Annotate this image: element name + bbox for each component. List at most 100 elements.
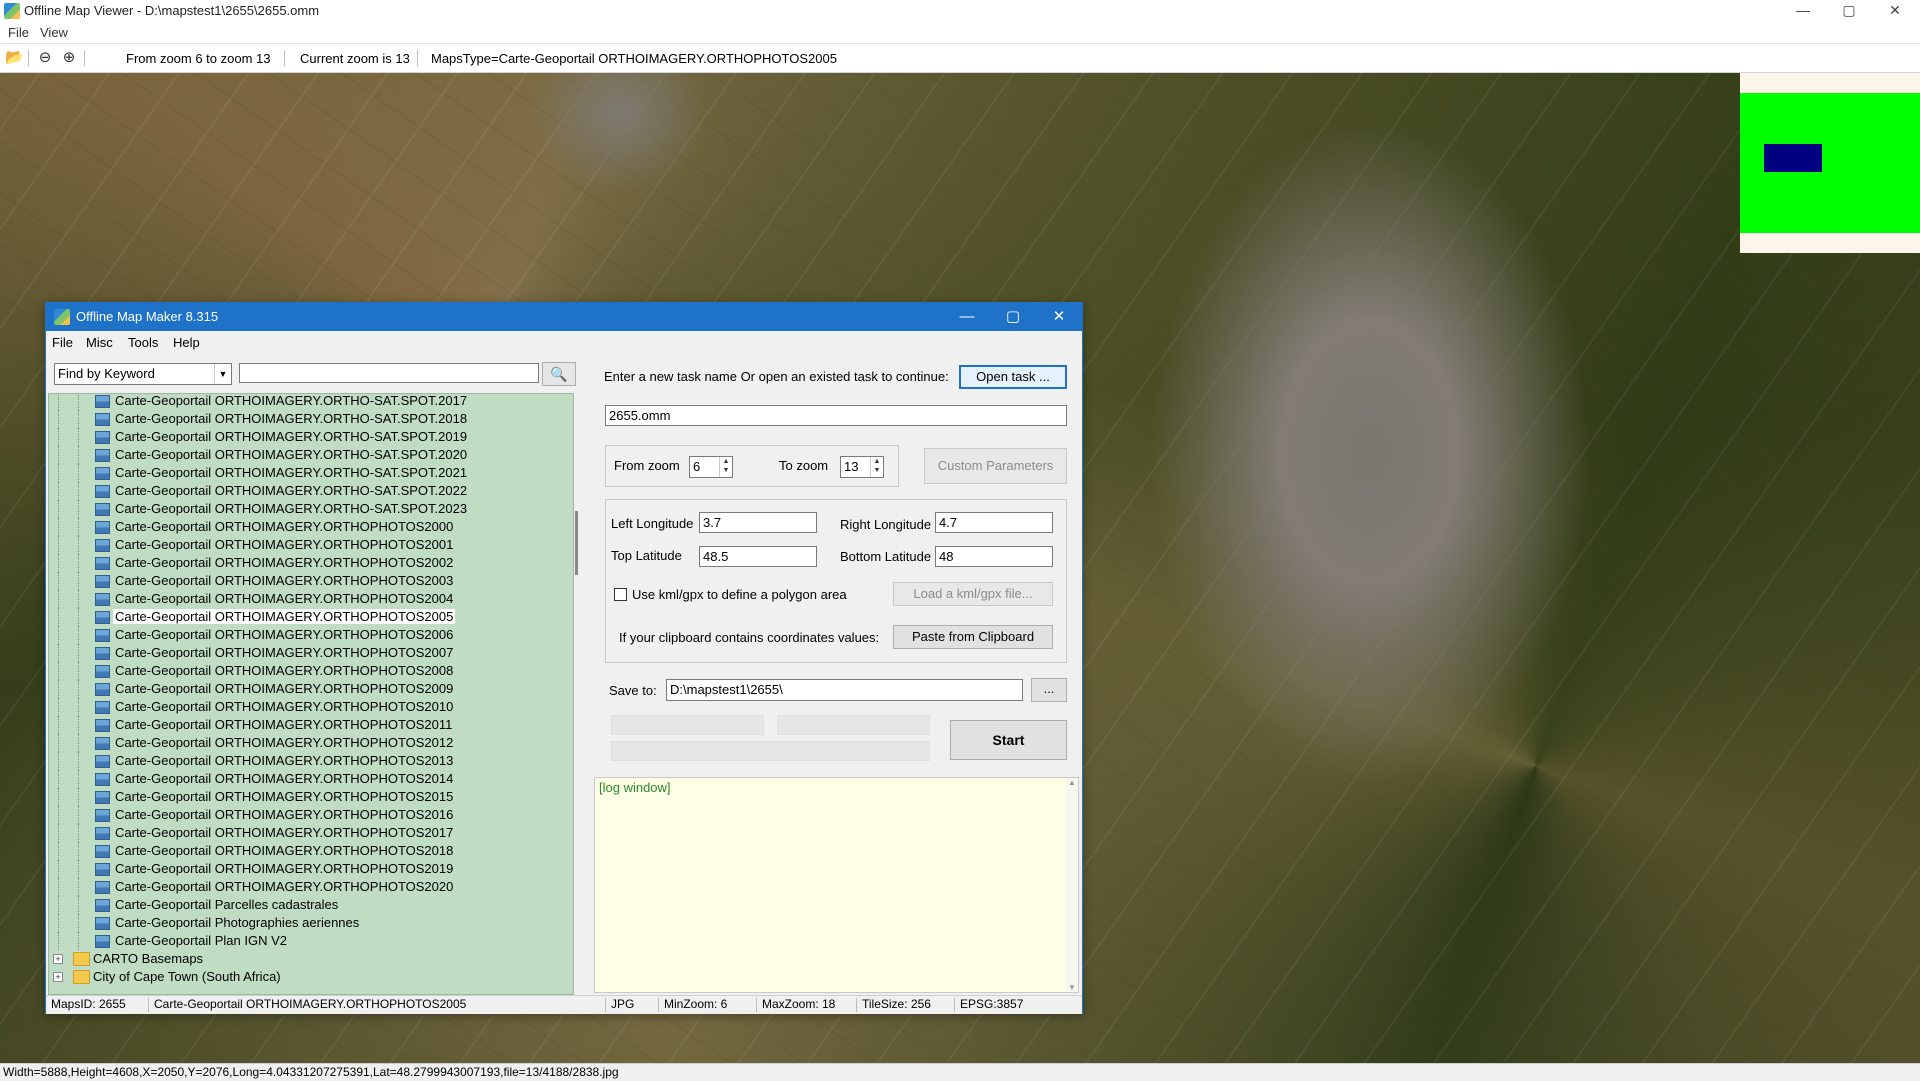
tree-item[interactable]: Carte-Geoportail Photographies aeriennes: [49, 914, 573, 932]
tree-item[interactable]: Carte-Geoportail ORTHOIMAGERY.ORTHOPHOTO…: [49, 626, 573, 644]
dialog-menu-help[interactable]: Help: [173, 335, 200, 350]
to-zoom-field[interactable]: 13 ▲ ▼: [840, 456, 884, 478]
tree-item[interactable]: Carte-Geoportail ORTHOIMAGERY.ORTHOPHOTO…: [49, 662, 573, 680]
zoom-in-icon[interactable]: ⊕: [60, 49, 78, 67]
tree-folder[interactable]: + City of Cape Town (South Africa): [49, 968, 573, 986]
bottom-latitude-field[interactable]: 48: [935, 546, 1053, 567]
tree-item-label: Carte-Geoportail ORTHOIMAGERY.ORTHOPHOTO…: [115, 717, 453, 732]
tree-item[interactable]: Carte-Geoportail ORTHOIMAGERY.ORTHOPHOTO…: [49, 860, 573, 878]
tree-item[interactable]: Carte-Geoportail ORTHOIMAGERY.ORTHOPHOTO…: [49, 590, 573, 608]
expand-icon[interactable]: +: [53, 972, 63, 982]
dialog-close-button[interactable]: ✕: [1036, 303, 1082, 331]
tree-item[interactable]: Carte-Geoportail ORTHOIMAGERY.ORTHOPHOTO…: [49, 518, 573, 536]
tree-item[interactable]: Carte-Geoportail ORTHOIMAGERY.ORTHO-SAT.…: [49, 428, 573, 446]
tree-folder[interactable]: + CARTO Basemaps: [49, 950, 573, 968]
map-layer-icon: [95, 737, 110, 750]
tree-item[interactable]: Carte-Geoportail ORTHOIMAGERY.ORTHOPHOTO…: [49, 770, 573, 788]
tree-line: [78, 500, 80, 518]
browse-button[interactable]: ...: [1031, 678, 1067, 702]
menu-view[interactable]: View: [40, 25, 68, 40]
tree-item[interactable]: Carte-Geoportail ORTHOIMAGERY.ORTHOPHOTO…: [49, 572, 573, 590]
search-input[interactable]: [239, 363, 539, 383]
tree-item-label: Carte-Geoportail ORTHOIMAGERY.ORTHOPHOTO…: [115, 861, 454, 876]
save-path-field[interactable]: D:\mapstest1\2655\: [666, 679, 1023, 701]
map-layer-icon: [95, 557, 110, 570]
spin-up-icon[interactable]: ▲: [871, 457, 883, 466]
scroll-up-icon[interactable]: ▲: [1066, 778, 1078, 787]
map-source-tree[interactable]: Carte-Geoportail ORTHOIMAGERY.ORTHO-SAT.…: [48, 393, 574, 995]
status-separator: [954, 998, 955, 1012]
custom-parameters-button[interactable]: Custom Parameters: [924, 448, 1067, 484]
open-task-button[interactable]: Open task ...: [959, 365, 1067, 389]
dialog-menu-tools[interactable]: Tools: [128, 335, 158, 350]
maps-type-text: MapsType=Carte-Geoportail ORTHOIMAGERY.O…: [431, 51, 837, 66]
tree-item[interactable]: Carte-Geoportail ORTHOIMAGERY.ORTHOPHOTO…: [49, 608, 573, 626]
left-longitude-field[interactable]: 3.7: [699, 512, 817, 533]
tree-line: [78, 896, 80, 914]
tree-item[interactable]: Carte-Geoportail ORTHOIMAGERY.ORTHO-SAT.…: [49, 410, 573, 428]
tree-item[interactable]: Carte-Geoportail ORTHOIMAGERY.ORTHO-SAT.…: [49, 446, 573, 464]
from-zoom-field[interactable]: 6 ▲ ▼: [689, 456, 733, 478]
tree-item[interactable]: Carte-Geoportail ORTHOIMAGERY.ORTHOPHOTO…: [49, 842, 573, 860]
tree-item-label: Carte-Geoportail ORTHOIMAGERY.ORTHOPHOTO…: [115, 825, 454, 840]
chevron-down-icon[interactable]: ▼: [214, 364, 231, 384]
open-folder-icon[interactable]: 📂: [5, 49, 24, 67]
search-button[interactable]: 🔍: [542, 362, 576, 386]
tree-item[interactable]: Carte-Geoportail ORTHOIMAGERY.ORTHO-SAT.…: [49, 464, 573, 482]
spin-down-icon[interactable]: ▼: [871, 466, 883, 475]
dialog-menu-file[interactable]: File: [52, 335, 73, 350]
right-longitude-field[interactable]: 4.7: [935, 512, 1053, 533]
tree-item[interactable]: Carte-Geoportail ORTHOIMAGERY.ORTHOPHOTO…: [49, 716, 573, 734]
map-maker-dialog: Offline Map Maker 8.315 — ▢ ✕ File Misc …: [45, 302, 1083, 1014]
tree-item[interactable]: Carte-Geoportail ORTHOIMAGERY.ORTHOPHOTO…: [49, 644, 573, 662]
tree-item[interactable]: Carte-Geoportail ORTHOIMAGERY.ORTHO-SAT.…: [49, 394, 573, 410]
close-button[interactable]: ✕: [1872, 0, 1918, 22]
spin-up-icon[interactable]: ▲: [720, 457, 732, 466]
start-button[interactable]: Start: [950, 720, 1067, 760]
tree-item[interactable]: Carte-Geoportail ORTHOIMAGERY.ORTHOPHOTO…: [49, 698, 573, 716]
dialog-maximize-button[interactable]: ▢: [990, 303, 1036, 331]
map-layer-icon: [95, 575, 110, 588]
tree-scrollbar-thumb[interactable]: [575, 511, 578, 575]
dialog-statusbar: MapsID: 2655 Carte-Geoportail ORTHOIMAGE…: [46, 995, 1082, 1014]
tree-item[interactable]: Carte-Geoportail Plan IGN V2: [49, 932, 573, 950]
tree-item[interactable]: Carte-Geoportail Parcelles cadastrales: [49, 896, 573, 914]
tree-scrollbar[interactable]: [574, 393, 582, 993]
to-zoom-stepper[interactable]: ▲ ▼: [870, 457, 883, 477]
tree-item[interactable]: Carte-Geoportail ORTHOIMAGERY.ORTHOPHOTO…: [49, 680, 573, 698]
minimap-viewport[interactable]: [1764, 144, 1822, 172]
tree-item[interactable]: Carte-Geoportail ORTHOIMAGERY.ORTHOPHOTO…: [49, 824, 573, 842]
progress-bar-1: [611, 715, 764, 735]
menu-file[interactable]: File: [8, 25, 29, 40]
minimap[interactable]: [1740, 73, 1920, 253]
log-window[interactable]: [log window] ▲ ▼: [594, 777, 1079, 993]
tree-item[interactable]: Carte-Geoportail ORTHOIMAGERY.ORTHOPHOTO…: [49, 788, 573, 806]
tree-item[interactable]: Carte-Geoportail ORTHOIMAGERY.ORTHOPHOTO…: [49, 806, 573, 824]
minimize-button[interactable]: —: [1780, 0, 1826, 22]
expand-icon[interactable]: +: [53, 954, 63, 964]
log-scrollbar[interactable]: ▲ ▼: [1066, 778, 1078, 992]
tree-item[interactable]: Carte-Geoportail ORTHOIMAGERY.ORTHOPHOTO…: [49, 752, 573, 770]
tree-item[interactable]: Carte-Geoportail ORTHOIMAGERY.ORTHO-SAT.…: [49, 500, 573, 518]
from-zoom-stepper[interactable]: ▲ ▼: [719, 457, 732, 477]
tree-item-label: Carte-Geoportail ORTHOIMAGERY.ORTHO-SAT.…: [115, 501, 468, 516]
status-epsg: EPSG:3857: [960, 997, 1024, 1011]
find-mode-select[interactable]: Find by Keyword ▼: [54, 363, 232, 385]
tree-item[interactable]: Carte-Geoportail ORTHOIMAGERY.ORTHO-SAT.…: [49, 482, 573, 500]
dialog-menu-misc[interactable]: Misc: [86, 335, 113, 350]
paste-clipboard-button[interactable]: Paste from Clipboard: [893, 625, 1053, 649]
spin-down-icon[interactable]: ▼: [720, 466, 732, 475]
scroll-down-icon[interactable]: ▼: [1066, 983, 1078, 992]
load-kml-button[interactable]: Load a kml/gpx file...: [893, 582, 1053, 606]
top-latitude-field[interactable]: 48.5: [699, 546, 817, 567]
zoom-out-icon[interactable]: ⊖: [36, 49, 54, 67]
tree-item[interactable]: Carte-Geoportail ORTHOIMAGERY.ORTHOPHOTO…: [49, 554, 573, 572]
tree-item[interactable]: Carte-Geoportail ORTHOIMAGERY.ORTHOPHOTO…: [49, 536, 573, 554]
tree-item[interactable]: Carte-Geoportail ORTHOIMAGERY.ORTHOPHOTO…: [49, 734, 573, 752]
task-name-field[interactable]: 2655.omm: [605, 405, 1067, 426]
maximize-button[interactable]: ▢: [1826, 0, 1872, 22]
tree-item[interactable]: Carte-Geoportail ORTHOIMAGERY.ORTHOPHOTO…: [49, 878, 573, 896]
tree-line: [78, 536, 80, 554]
dialog-minimize-button[interactable]: —: [944, 303, 990, 331]
kml-polygon-checkbox[interactable]: [614, 588, 627, 601]
